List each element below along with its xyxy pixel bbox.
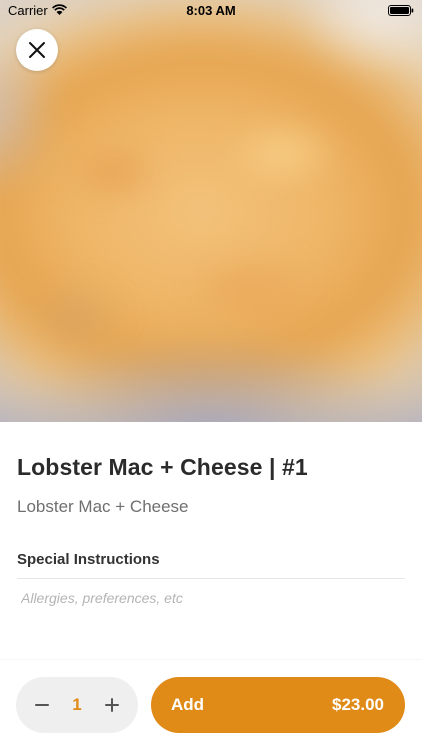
battery-icon [388, 5, 414, 16]
item-detail-screen: Carrier 8:03 AM Lobster Mac + Cheese | #… [0, 0, 422, 750]
special-instructions-label: Special Instructions [17, 551, 160, 568]
close-button[interactable] [16, 29, 58, 71]
minus-icon [35, 704, 49, 706]
instructions-divider [17, 578, 405, 579]
add-to-cart-button[interactable]: Add $23.00 [151, 677, 405, 733]
increase-quantity-button[interactable] [92, 677, 132, 733]
item-photo [0, 0, 422, 422]
add-button-label: Add [171, 695, 205, 714]
photo-food-highlights [0, 0, 422, 422]
decrease-quantity-button[interactable] [22, 677, 62, 733]
order-bar: 1 Add $23.00 [0, 660, 422, 750]
plus-icon [105, 698, 119, 712]
quantity-value: 1 [72, 695, 82, 714]
special-instructions-input[interactable] [17, 584, 405, 612]
clock: 8:03 AM [186, 3, 236, 18]
item-description: Lobster Mac + Cheese [17, 497, 189, 516]
quantity-stepper: 1 [16, 677, 138, 733]
status-bar: Carrier 8:03 AM [0, 0, 422, 22]
item-title: Lobster Mac + Cheese | #1 [17, 454, 308, 480]
close-icon [29, 42, 45, 58]
add-button-price: $23.00 [332, 695, 384, 714]
